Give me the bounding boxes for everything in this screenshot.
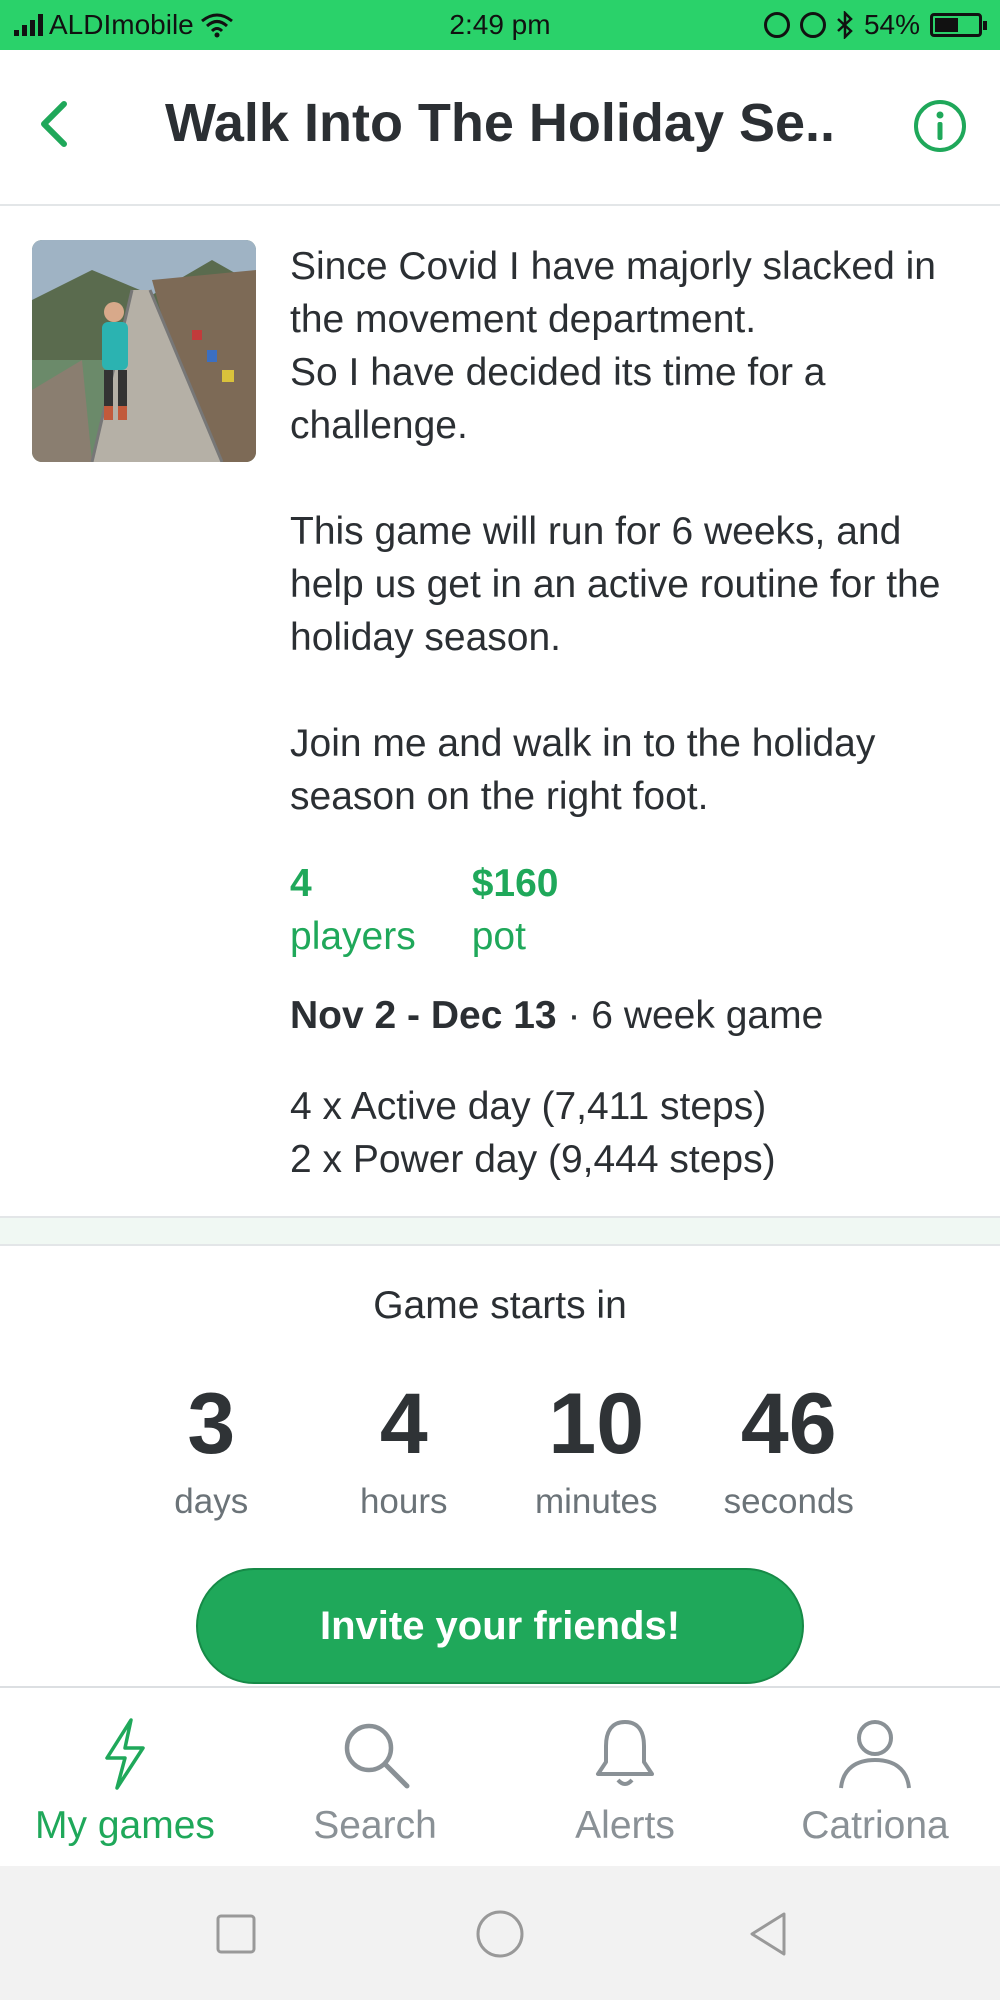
goal-item: 4 x Active day (7,411 steps) [290,1085,767,1128]
game-stats: 4 players $160 pot [290,857,559,963]
tab-label: My games [35,1804,215,1847]
step-goals: 4 x Active day (7,411 steps) 2 x Power d… [290,1080,776,1186]
countdown-value: 4 [379,1376,428,1472]
players-count: 4 [290,862,312,905]
countdown-value: 3 [187,1376,236,1472]
players-label: players [290,915,416,958]
countdown-label: seconds [723,1482,854,1521]
pot-stat: $160 pot [472,857,559,963]
tab-search[interactable]: Search [250,1688,500,1866]
status-right: 54% [763,9,987,41]
search-icon [344,1723,410,1789]
countdown-seconds: 46 seconds [693,1376,886,1522]
tab-my-games[interactable]: My games [0,1688,250,1866]
countdown-hours: 4 hours [308,1376,501,1522]
tab-label: Catriona [801,1804,949,1847]
description-paragraph: Since Covid I have majorly slacked in th… [290,245,936,447]
players-stat: 4 players [290,857,416,963]
countdown-days: 3 days [115,1376,308,1522]
bottom-tab-bar: My games Search Alerts Catriona [0,1686,1000,1866]
battery-icon [930,13,987,37]
tab-label: Alerts [575,1804,675,1847]
countdown-value: 10 [548,1376,645,1472]
status-bar: ALDImobile 2:49 pm 54% [0,0,1000,50]
goal-item: 2 x Power day (9,444 steps) [290,1138,776,1181]
battery-percent: 54% [863,9,920,40]
system-nav-bar [0,1866,1000,2000]
home-icon[interactable] [472,1906,528,1962]
game-dates: Nov 2 - Dec 13 · 6 week game [290,994,823,1038]
countdown-minutes: 10 minutes [500,1376,693,1522]
person-icon [839,1720,911,1789]
rotation-lock-icon [763,12,790,38]
alarm-icon [799,12,826,38]
date-range: Nov 2 - Dec 13 [290,994,557,1037]
header: Walk Into The Holiday Se.. [0,50,1000,206]
game-duration: · 6 week game [567,994,824,1037]
tab-alerts[interactable]: Alerts [500,1688,750,1866]
bell-icon [596,1720,654,1786]
bluetooth-icon [837,11,853,39]
info-icon[interactable] [912,98,968,154]
countdown-timer: 3 days 4 hours 10 minutes 46 seconds [115,1376,885,1522]
game-description: Since Covid I have majorly slacked in th… [290,240,980,876]
tab-label: Search [313,1804,437,1847]
countdown-label: hours [359,1482,448,1521]
pot-value: $160 [471,862,559,905]
battery-fill [935,18,958,32]
tab-profile[interactable]: Catriona [750,1688,1000,1866]
back-triangle-icon[interactable] [740,1906,796,1962]
invite-friends-button[interactable]: Invite your friends! [196,1568,804,1684]
countdown-label: days [174,1482,249,1521]
lightning-icon [105,1718,145,1790]
chevron-left-icon[interactable] [26,94,86,154]
description-paragraph: This game will run for 6 weeks, and help… [290,510,941,659]
page-title: Walk Into The Holiday Se.. [164,93,836,153]
pot-label: pot [471,915,526,958]
countdown-label: minutes [534,1482,658,1521]
countdown-value: 46 [740,1376,837,1472]
countdown-title: Game starts in [373,1284,627,1327]
game-photo [32,240,256,462]
description-paragraph: Join me and walk in to the holiday seaso… [290,722,876,818]
recents-icon[interactable] [208,1906,264,1962]
section-divider [0,1216,1000,1246]
